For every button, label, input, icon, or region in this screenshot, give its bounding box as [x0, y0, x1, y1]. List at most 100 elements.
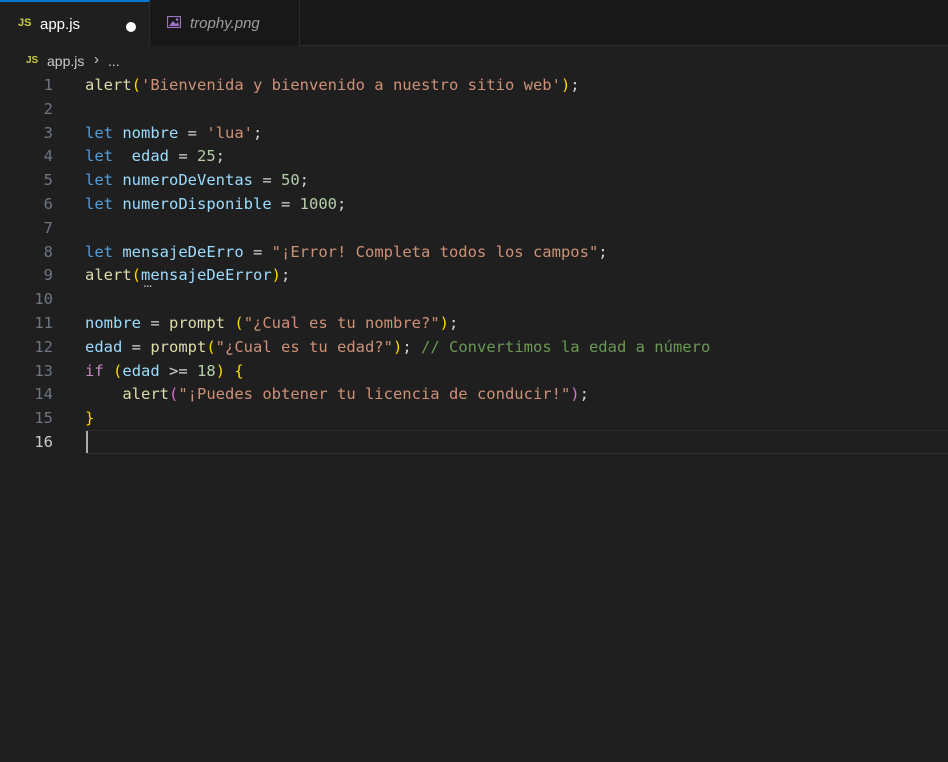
- code-token: ): [392, 337, 403, 356]
- code-token: ): [271, 266, 282, 285]
- code-token: edad: [85, 337, 123, 356]
- text-cursor: [86, 431, 88, 453]
- js-file-icon: JS: [18, 17, 32, 29]
- code-token: numeroDisponible: [122, 195, 272, 213]
- code-line[interactable]: 1 alert('Bienvenida y bienvenido a nuestr…: [0, 73, 948, 97]
- code-token: let: [85, 123, 113, 142]
- code-token: numeroDeVentas: [122, 171, 253, 190]
- code-token: ;: [336, 195, 347, 213]
- code-line[interactable]: 4 let edad = 25;: [0, 144, 948, 168]
- code-token: 18: [197, 361, 216, 380]
- code-token: alert: [85, 76, 132, 94]
- code-token: edad: [131, 147, 169, 166]
- code-line[interactable]: 6 let numeroDisponible = 1000;: [0, 192, 948, 216]
- line-number: 14: [34, 385, 53, 404]
- code-line[interactable]: 8 let mensajeDeErro = "¡Error! Completa t…: [0, 240, 948, 264]
- editor-tab-bar: JS app.js trophy.png: [0, 0, 948, 47]
- code-token: =: [141, 314, 169, 332]
- code-token: }: [85, 409, 95, 428]
- code-token: // Convertimos la edad a número: [421, 337, 711, 356]
- code-token: =: [169, 147, 197, 166]
- code-text: let numeroDisponible = 1000;: [85, 192, 346, 216]
- code-text: edad = prompt("¿Cual es tu edad?"); // C…: [85, 335, 710, 359]
- code-token: ;: [299, 171, 310, 190]
- code-token: edad: [122, 361, 160, 380]
- code-token: "¿Cual es tu nombre?": [243, 314, 440, 332]
- unsaved-dot-icon[interactable]: [126, 22, 136, 32]
- code-token: ): [570, 385, 580, 404]
- line-number: 1: [43, 76, 53, 94]
- code-text: alert('Bienvenida y bienvenido a nuestro…: [85, 73, 580, 97]
- code-line[interactable]: 2: [0, 97, 948, 121]
- code-line[interactable]: 7: [0, 216, 948, 240]
- code-token: "¿Cual es tu edad?": [215, 337, 393, 356]
- code-line[interactable]: 3 let nombre = 'lua';: [0, 121, 948, 145]
- code-token: (: [131, 76, 142, 94]
- code-text: nombre = prompt ("¿Cual es tu nombre?");: [85, 311, 458, 335]
- line-number: 16: [34, 433, 53, 451]
- code-token: 25: [197, 147, 216, 166]
- code-token: (: [169, 385, 179, 404]
- line-number: 12: [34, 337, 53, 356]
- code-token: mensajeDeErro: [122, 242, 244, 261]
- code-token: =: [122, 337, 151, 356]
- code-token: ;: [215, 147, 226, 166]
- code-token: mensajeDeError: [141, 266, 272, 285]
- code-text: }: [85, 406, 94, 430]
- code-editor[interactable]: 1 alert('Bienvenida y bienvenido a nuestr…: [0, 73, 948, 762]
- code-line[interactable]: 13 if (edad >= 18) {: [0, 359, 948, 383]
- code-token: let: [85, 195, 113, 213]
- code-line[interactable]: 11 nombre = prompt ("¿Cual es tu nombre?"…: [0, 311, 948, 335]
- tab-app-js[interactable]: JS app.js: [0, 0, 150, 47]
- code-token: ;: [570, 76, 580, 94]
- line-number: 5: [43, 171, 53, 190]
- code-token: ): [215, 361, 226, 380]
- code-token: 1000: [299, 195, 337, 213]
- code-token: ;: [281, 266, 291, 285]
- code-token: let: [85, 171, 113, 190]
- code-token: prompt: [169, 314, 225, 332]
- code-token: 'Bienvenida y bienvenido a nuestro sitio…: [141, 76, 561, 94]
- code-token: alert: [122, 385, 169, 404]
- line-number: 7: [43, 218, 53, 237]
- code-token: (: [234, 314, 244, 332]
- code-token: prompt: [150, 337, 207, 356]
- code-token: ;: [253, 123, 263, 142]
- code-text: let mensajeDeErro = "¡Error! Completa to…: [85, 240, 608, 264]
- code-token: ;: [598, 242, 608, 261]
- hint-dots-icon[interactable]: ...: [143, 276, 153, 290]
- code-token: ;: [402, 337, 421, 356]
- code-line[interactable]: 15}: [0, 406, 948, 430]
- line-number: 3: [43, 123, 53, 142]
- line-number: 11: [34, 314, 53, 332]
- line-number: 13: [34, 361, 53, 380]
- breadcrumb-more[interactable]: ...: [108, 53, 120, 69]
- code-token: ): [560, 76, 571, 94]
- code-line[interactable]: 14 alert("¡Puedes obtener tu licencia de…: [0, 382, 948, 406]
- code-token: ;: [449, 314, 459, 332]
- tab-trophy-png[interactable]: trophy.png: [150, 0, 300, 46]
- code-token: =: [178, 123, 207, 142]
- code-token: {: [234, 361, 244, 380]
- line-number: 4: [43, 147, 53, 166]
- chevron-right-icon: ›: [94, 51, 99, 68]
- code-token: let: [85, 147, 113, 166]
- code-line[interactable]: 5 let numeroDeVentas = 50;: [0, 168, 948, 192]
- code-token: =: [253, 171, 281, 190]
- code-token: if: [85, 361, 104, 380]
- code-line[interactable]: 16: [0, 430, 948, 454]
- code-token: ): [439, 314, 449, 332]
- image-file-icon: [167, 16, 181, 28]
- code-text: let numeroDeVentas = 50;: [85, 168, 309, 192]
- code-line[interactable]: 10: [0, 287, 948, 311]
- code-line[interactable]: 12 edad = prompt("¿Cual es tu edad?"); //…: [0, 335, 948, 359]
- breadcrumb-file[interactable]: app.js: [47, 53, 84, 69]
- code-token: ;: [579, 385, 589, 404]
- line-number: 6: [43, 195, 53, 213]
- code-token: 50: [281, 171, 300, 190]
